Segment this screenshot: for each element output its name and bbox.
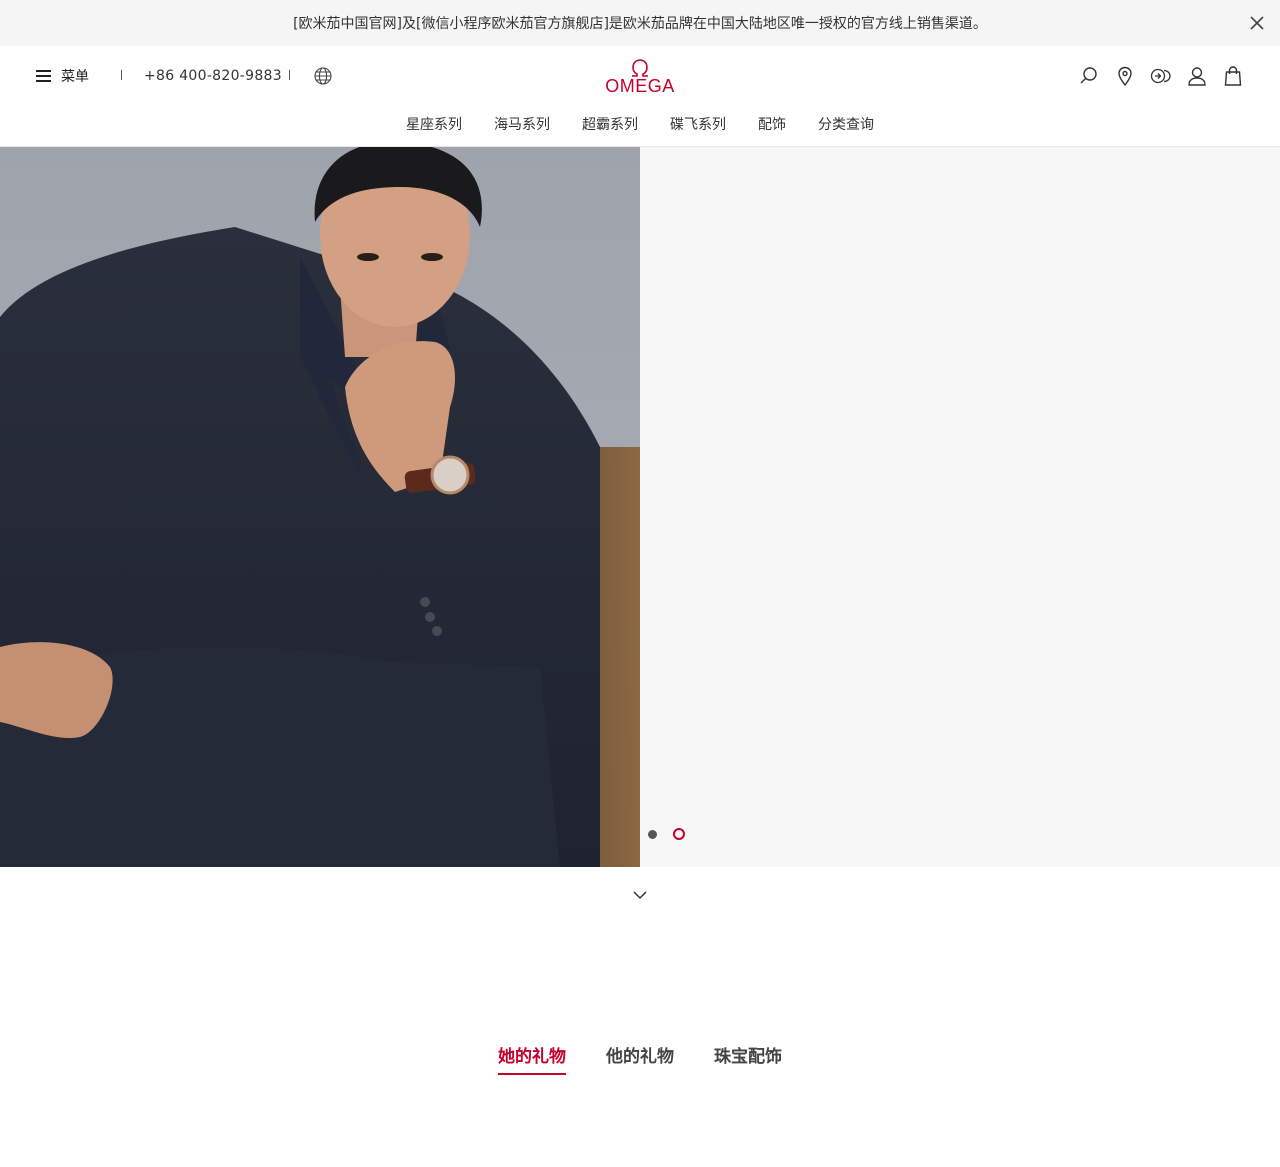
omega-logo[interactable]: OMEGA bbox=[603, 58, 677, 96]
announcement-text: [欧米茄中国官网]及[微信小程序欧米茄官方旗舰店]是欧米茄品牌在中国大陆地区唯一… bbox=[293, 16, 987, 32]
nav-item-seamaster[interactable]: 海马系列 bbox=[494, 114, 550, 134]
announcement-bar: [欧米茄中国官网]及[微信小程序欧米茄官方旗舰店]是欧米茄品牌在中国大陆地区唯一… bbox=[0, 0, 1280, 46]
chat-icon[interactable] bbox=[1150, 65, 1172, 87]
omega-symbol-icon bbox=[632, 59, 648, 77]
logo-text: OMEGA bbox=[605, 76, 675, 96]
nav-item-accessories[interactable]: 配饰 bbox=[758, 114, 786, 134]
menu-button[interactable]: 菜单 bbox=[36, 66, 89, 86]
search-icon[interactable] bbox=[1078, 65, 1100, 87]
site-header: 菜单 +86 400-820-9883 OMEGA 星座系列 海马系列 超霸系列… bbox=[0, 46, 1280, 147]
carousel-dot-active[interactable] bbox=[673, 828, 685, 840]
divider bbox=[289, 70, 290, 80]
gift-tabs: 她的礼物 他的礼物 珠宝配饰 bbox=[0, 1042, 1280, 1075]
location-pin-icon[interactable] bbox=[1114, 65, 1136, 87]
tab-her-gifts[interactable]: 她的礼物 bbox=[498, 1042, 566, 1075]
globe-icon[interactable] bbox=[313, 66, 333, 86]
phone-number-link[interactable]: +86 400-820-9883 bbox=[144, 68, 282, 84]
nav-item-category-search[interactable]: 分类查询 bbox=[818, 114, 874, 134]
header-actions bbox=[1064, 65, 1244, 87]
tab-his-gifts[interactable]: 他的礼物 bbox=[606, 1042, 674, 1075]
tab-jewelry-accessories[interactable]: 珠宝配饰 bbox=[714, 1042, 782, 1075]
nav-item-de-ville[interactable]: 碟飞系列 bbox=[670, 114, 726, 134]
close-icon[interactable] bbox=[1246, 12, 1268, 34]
divider bbox=[121, 70, 122, 80]
chevron-down-icon[interactable] bbox=[630, 885, 650, 905]
carousel-dots bbox=[648, 828, 685, 840]
main-nav: 星座系列 海马系列 超霸系列 碟飞系列 配饰 分类查询 bbox=[0, 114, 1280, 134]
shopping-bag-icon[interactable] bbox=[1222, 65, 1244, 87]
menu-label: 菜单 bbox=[61, 69, 89, 85]
hero-product-panel bbox=[640, 147, 1280, 867]
hero-photo bbox=[0, 147, 640, 867]
nav-item-constellation[interactable]: 星座系列 bbox=[406, 114, 462, 134]
hero-banner[interactable] bbox=[0, 147, 1280, 867]
nav-item-speedmaster[interactable]: 超霸系列 bbox=[582, 114, 638, 134]
hamburger-icon bbox=[36, 70, 51, 82]
carousel-dot[interactable] bbox=[648, 829, 657, 839]
account-icon[interactable] bbox=[1186, 65, 1208, 87]
